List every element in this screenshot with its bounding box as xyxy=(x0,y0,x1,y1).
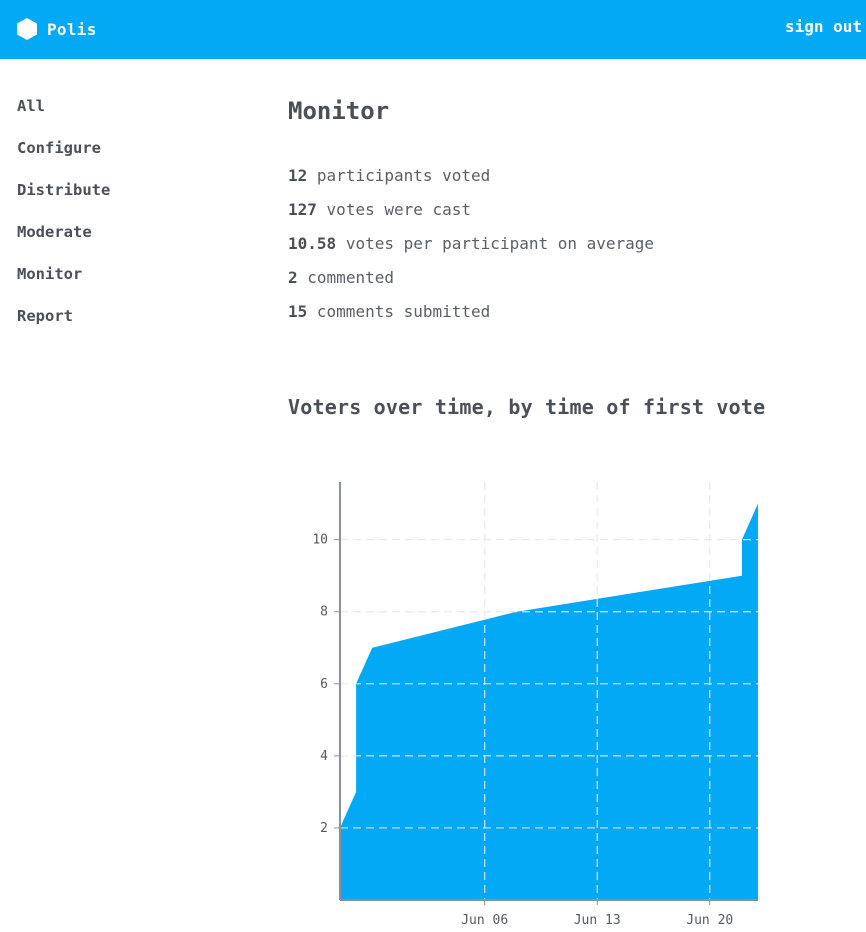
y-tick-label: 2 xyxy=(320,821,328,836)
voters-area xyxy=(340,503,758,900)
stat-votes-per-participant: 10.58 votes per participant on average xyxy=(288,233,654,267)
sign-out-link[interactable]: sign out xyxy=(785,17,862,36)
stat-value: 2 xyxy=(288,268,298,287)
stat-value: 12 xyxy=(288,166,308,185)
stat-label: participants voted xyxy=(316,166,491,185)
stat-participants-voted: 12 participants voted xyxy=(288,165,654,199)
brand-link[interactable]: Polis xyxy=(16,17,97,41)
x-tick-label: Jun 20 xyxy=(686,913,733,928)
y-tick-label: 8 xyxy=(320,605,328,620)
stat-label: votes were cast xyxy=(326,200,472,219)
chart-title: Voters over time, by time of first vote xyxy=(288,395,766,419)
page-title: Monitor xyxy=(288,97,390,125)
x-tick-label: Jun 13 xyxy=(574,913,621,928)
y-tick-label: 10 xyxy=(312,533,328,548)
sidebar-item-report[interactable]: Report xyxy=(17,305,110,347)
sidebar-item-configure[interactable]: Configure xyxy=(17,137,110,179)
voters-over-time-chart: 2 4 6 8 10 Jun 06 Jun 13 Jun 20 xyxy=(312,482,758,928)
y-tick-label: 4 xyxy=(320,749,328,764)
stat-label: commented xyxy=(307,268,394,287)
stat-value: 127 xyxy=(288,200,317,219)
stats-list: 12 participants voted 127 votes were cas… xyxy=(288,165,654,335)
x-tick-label: Jun 06 xyxy=(461,913,508,928)
top-bar: Polis sign out xyxy=(0,0,866,59)
sidebar-item-all[interactable]: All xyxy=(17,95,110,137)
stat-comments-submitted: 15 comments submitted xyxy=(288,301,654,335)
stat-commented: 2 commented xyxy=(288,267,654,301)
brand-name: Polis xyxy=(47,19,97,39)
sidebar: All Configure Distribute Moderate Monito… xyxy=(17,95,110,347)
stat-label: votes per participant on average xyxy=(345,234,655,253)
stat-value: 15 xyxy=(288,302,308,321)
stat-votes-cast: 127 votes were cast xyxy=(288,199,654,233)
sidebar-item-distribute[interactable]: Distribute xyxy=(17,179,110,221)
sidebar-item-moderate[interactable]: Moderate xyxy=(17,221,110,263)
stat-value: 10.58 xyxy=(288,234,337,253)
y-tick-label: 6 xyxy=(320,677,328,692)
sidebar-item-monitor[interactable]: Monitor xyxy=(17,263,110,305)
stat-label: comments submitted xyxy=(316,302,491,321)
hexagon-icon xyxy=(16,17,38,41)
